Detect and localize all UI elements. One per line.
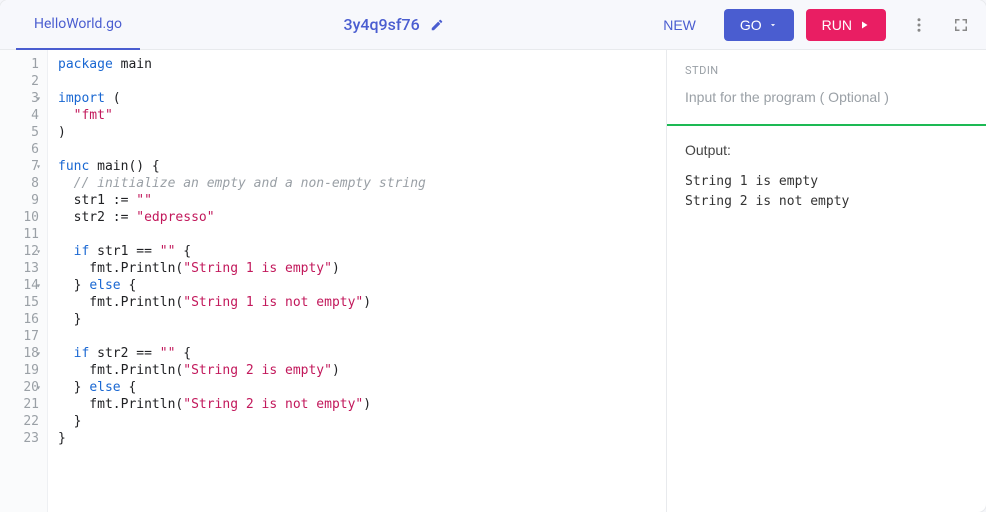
code-line[interactable]: fmt.Println("String 1 is not empty") [58,294,656,311]
share-id[interactable]: 3y4q9sf76 [343,15,443,34]
line-number: 4 [4,107,39,124]
line-number: 6 [4,141,39,158]
stdin-input[interactable] [685,89,968,105]
code-line[interactable]: str2 := "edpresso" [58,209,656,226]
code-line[interactable]: fmt.Println("String 2 is empty") [58,362,656,379]
code-editor[interactable]: 1234567891011121314151617181920212223 pa… [0,50,666,512]
lang-label: GO [740,17,762,33]
line-number: 14 [4,277,39,294]
chevron-down-icon [768,20,778,30]
line-gutter: 1234567891011121314151617181920212223 [0,50,48,512]
line-number: 12 [4,243,39,260]
line-number: 1 [4,56,39,73]
io-panel: STDIN Output: String 1 is emptyString 2 … [666,50,986,512]
code-line[interactable]: // initialize an empty and a non-empty s… [58,175,656,192]
code-content[interactable]: package main import ( "fmt") func main()… [48,50,666,512]
code-line[interactable]: func main() { [58,158,656,175]
code-line[interactable]: str1 := "" [58,192,656,209]
line-number: 23 [4,430,39,447]
new-button[interactable]: NEW [647,9,712,41]
filename: HelloWorld.go [34,16,122,32]
line-number: 9 [4,192,39,209]
output-line: String 1 is empty [685,172,968,192]
run-label: RUN [822,17,852,33]
code-line[interactable]: } else { [58,277,656,294]
play-icon [858,19,870,31]
more-icon[interactable] [910,16,928,34]
stdin-label: STDIN [685,64,968,77]
line-number: 20 [4,379,39,396]
code-line[interactable]: } [58,430,656,447]
app-container: HelloWorld.go 3y4q9sf76 NEW GO RUN 12345… [0,0,986,512]
line-number: 2 [4,73,39,90]
line-number: 10 [4,209,39,226]
fullscreen-icon[interactable] [952,16,970,34]
new-label: NEW [663,17,696,33]
code-line[interactable]: ) [58,124,656,141]
line-number: 18 [4,345,39,362]
code-line[interactable]: "fmt" [58,107,656,124]
line-number: 17 [4,328,39,345]
line-number: 7 [4,158,39,175]
output-label: Output: [685,142,968,158]
line-number: 22 [4,413,39,430]
line-number: 16 [4,311,39,328]
line-number: 11 [4,226,39,243]
output-section: Output: String 1 is emptyString 2 is not… [667,126,986,228]
line-number: 8 [4,175,39,192]
code-line[interactable] [58,328,656,345]
line-number: 5 [4,124,39,141]
line-number: 19 [4,362,39,379]
code-line[interactable]: if str2 == "" { [58,345,656,362]
main-area: 1234567891011121314151617181920212223 pa… [0,50,986,512]
share-id-text: 3y4q9sf76 [343,15,419,34]
file-tab[interactable]: HelloWorld.go [16,0,140,50]
code-line[interactable]: } [58,311,656,328]
code-line[interactable] [58,141,656,158]
topbar: HelloWorld.go 3y4q9sf76 NEW GO RUN [0,0,986,50]
line-number: 13 [4,260,39,277]
code-line[interactable]: } [58,413,656,430]
code-line[interactable]: fmt.Println("String 1 is empty") [58,260,656,277]
line-number: 21 [4,396,39,413]
code-line[interactable]: } else { [58,379,656,396]
line-number: 15 [4,294,39,311]
output-line: String 2 is not empty [685,192,968,212]
code-line[interactable] [58,226,656,243]
stdin-section: STDIN [667,50,986,124]
line-number: 3 [4,90,39,107]
run-button[interactable]: RUN [806,9,886,41]
output-content: String 1 is emptyString 2 is not empty [685,172,968,212]
code-line[interactable] [58,73,656,90]
code-line[interactable]: if str1 == "" { [58,243,656,260]
language-select[interactable]: GO [724,9,794,41]
edit-icon[interactable] [430,18,444,32]
code-line[interactable]: package main [58,56,656,73]
code-line[interactable]: fmt.Println("String 2 is not empty") [58,396,656,413]
code-line[interactable]: import ( [58,90,656,107]
